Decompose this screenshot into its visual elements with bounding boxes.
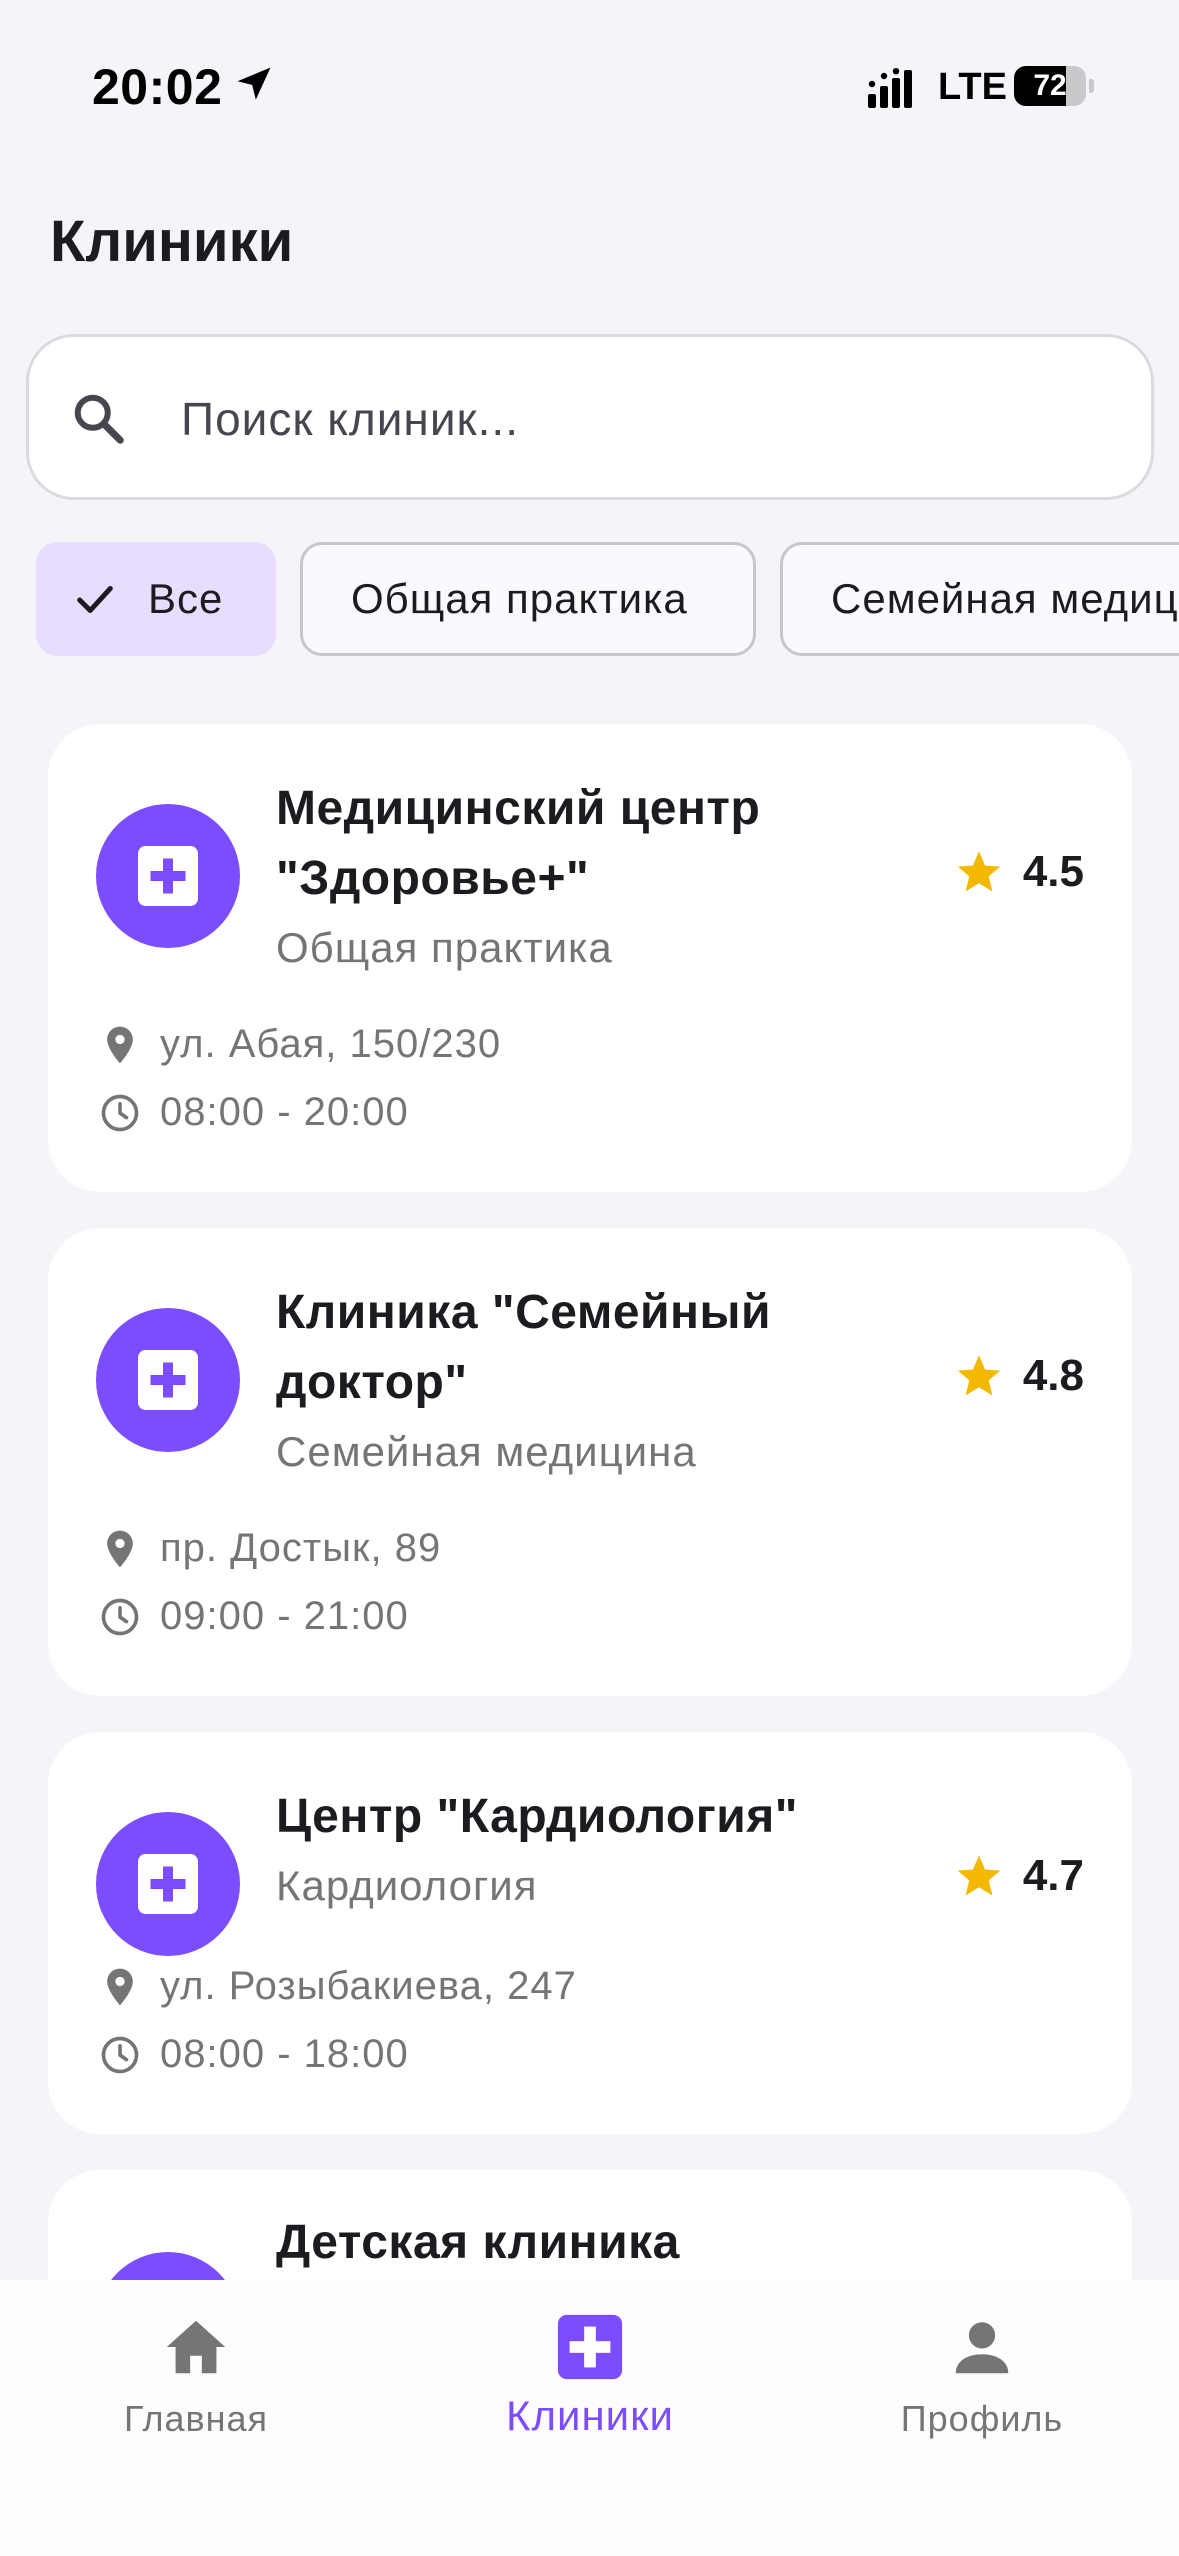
filter-chip-label: Семейная медицина [831, 575, 1179, 622]
medical-cross-icon [557, 2314, 623, 2380]
clinic-name: Медицинский центр "Здоровье+" [276, 782, 761, 905]
filter-chips: Все Общая практика Семейная медицина [0, 542, 1179, 658]
network-type: LTE [938, 66, 1007, 108]
nav-item-home[interactable]: Главная [46, 2312, 346, 2440]
location-pin-icon [107, 1968, 133, 2005]
nav-label: Клиники [506, 2392, 674, 2439]
check-icon [77, 585, 113, 613]
nav-label: Профиль [900, 2398, 1064, 2439]
search-input[interactable] [181, 377, 1081, 461]
clinic-type: Общая практика [276, 924, 613, 971]
clinic-hours-row: 08:00 - 20:00 [98, 1090, 409, 1135]
clock-icon [101, 1598, 139, 1635]
clinic-rating: 4.7 [953, 1850, 1084, 1902]
rating-value: 4.8 [1022, 1351, 1084, 1400]
clinic-type: Семейная медицина [276, 1428, 697, 1475]
location-pin-icon [107, 1026, 133, 1063]
person-icon [955, 2322, 1009, 2374]
rating-value: 4.7 [1022, 1851, 1084, 1900]
clinic-avatar [96, 804, 240, 948]
clinic-address: пр. Достык, 89 [160, 1526, 442, 1570]
page-title: Клиники [50, 209, 294, 274]
search-box[interactable] [26, 334, 1154, 500]
nav-item-clinics[interactable]: Клиники [440, 2312, 740, 2440]
star-icon [957, 1355, 1001, 1396]
clinic-address-row: ул. Розыбакиева, 247 [98, 1964, 577, 2009]
rating-value: 4.5 [1022, 847, 1084, 896]
clinic-card[interactable]: Центр "Кардиология" Кардиология 4.7 ул. … [48, 1732, 1132, 2134]
clinic-avatar [96, 1308, 240, 1452]
clinic-address-row: пр. Достык, 89 [98, 1526, 441, 1571]
clinic-hours: 09:00 - 21:00 [160, 1594, 409, 1638]
medical-cross-icon [138, 1350, 198, 1410]
status-bar: 20:02 LTE 72 [0, 0, 1179, 160]
clinic-avatar [96, 1812, 240, 1956]
clinic-hours-row: 09:00 - 21:00 [98, 1594, 409, 1639]
battery-icon: 72 [1014, 66, 1094, 106]
nav-label: Главная [123, 2398, 269, 2439]
location-pin-icon [107, 1530, 133, 1567]
medical-cross-icon [138, 846, 198, 906]
filter-chip-general-practice[interactable]: Общая практика [300, 542, 756, 656]
star-icon [957, 851, 1001, 892]
clinic-name: Детская клиника [276, 2216, 680, 2269]
clinic-hours-row: 08:00 - 18:00 [98, 2032, 409, 2077]
search-icon [74, 394, 124, 444]
clinic-address: ул. Абая, 150/230 [160, 1022, 502, 1066]
filter-chip-family-medicine[interactable]: Семейная медицина [780, 542, 1179, 656]
filter-chip-all[interactable]: Все [36, 542, 276, 656]
location-arrow-icon [237, 67, 271, 100]
status-time: 20:02 [92, 59, 223, 115]
home-icon [166, 2320, 226, 2374]
clock-icon [101, 2036, 139, 2073]
clinic-card[interactable]: Клиника "Семейный доктор" Семейная медиц… [48, 1228, 1132, 1696]
clinic-rating: 4.5 [953, 846, 1084, 898]
clinic-hours: 08:00 - 18:00 [160, 2032, 409, 2076]
clinic-name: Центр "Кардиология" [276, 1790, 799, 1843]
cellular-signal-icon [868, 68, 912, 108]
clinic-rating: 4.8 [953, 1350, 1084, 1402]
clinic-type: Кардиология [276, 1862, 538, 1909]
medical-cross-icon [138, 1854, 198, 1914]
bottom-navigation: Главная Клиники Профиль [0, 2280, 1179, 2556]
clinic-name: Клиника "Семейный доктор" [276, 1286, 772, 1409]
clock-icon [101, 1094, 139, 1131]
battery-percent: 72 [1033, 69, 1067, 102]
clinic-address-row: ул. Абая, 150/230 [98, 1022, 501, 1067]
star-icon [957, 1855, 1001, 1896]
clinic-card[interactable]: Медицинский центр "Здоровье+" Общая прак… [48, 724, 1132, 1192]
filter-chip-label: Общая практика [351, 575, 688, 622]
nav-item-profile[interactable]: Профиль [832, 2312, 1132, 2440]
clinic-address: ул. Розыбакиева, 247 [160, 1964, 577, 2008]
clinic-hours: 08:00 - 20:00 [160, 1090, 409, 1134]
filter-chip-label: Все [148, 575, 224, 622]
